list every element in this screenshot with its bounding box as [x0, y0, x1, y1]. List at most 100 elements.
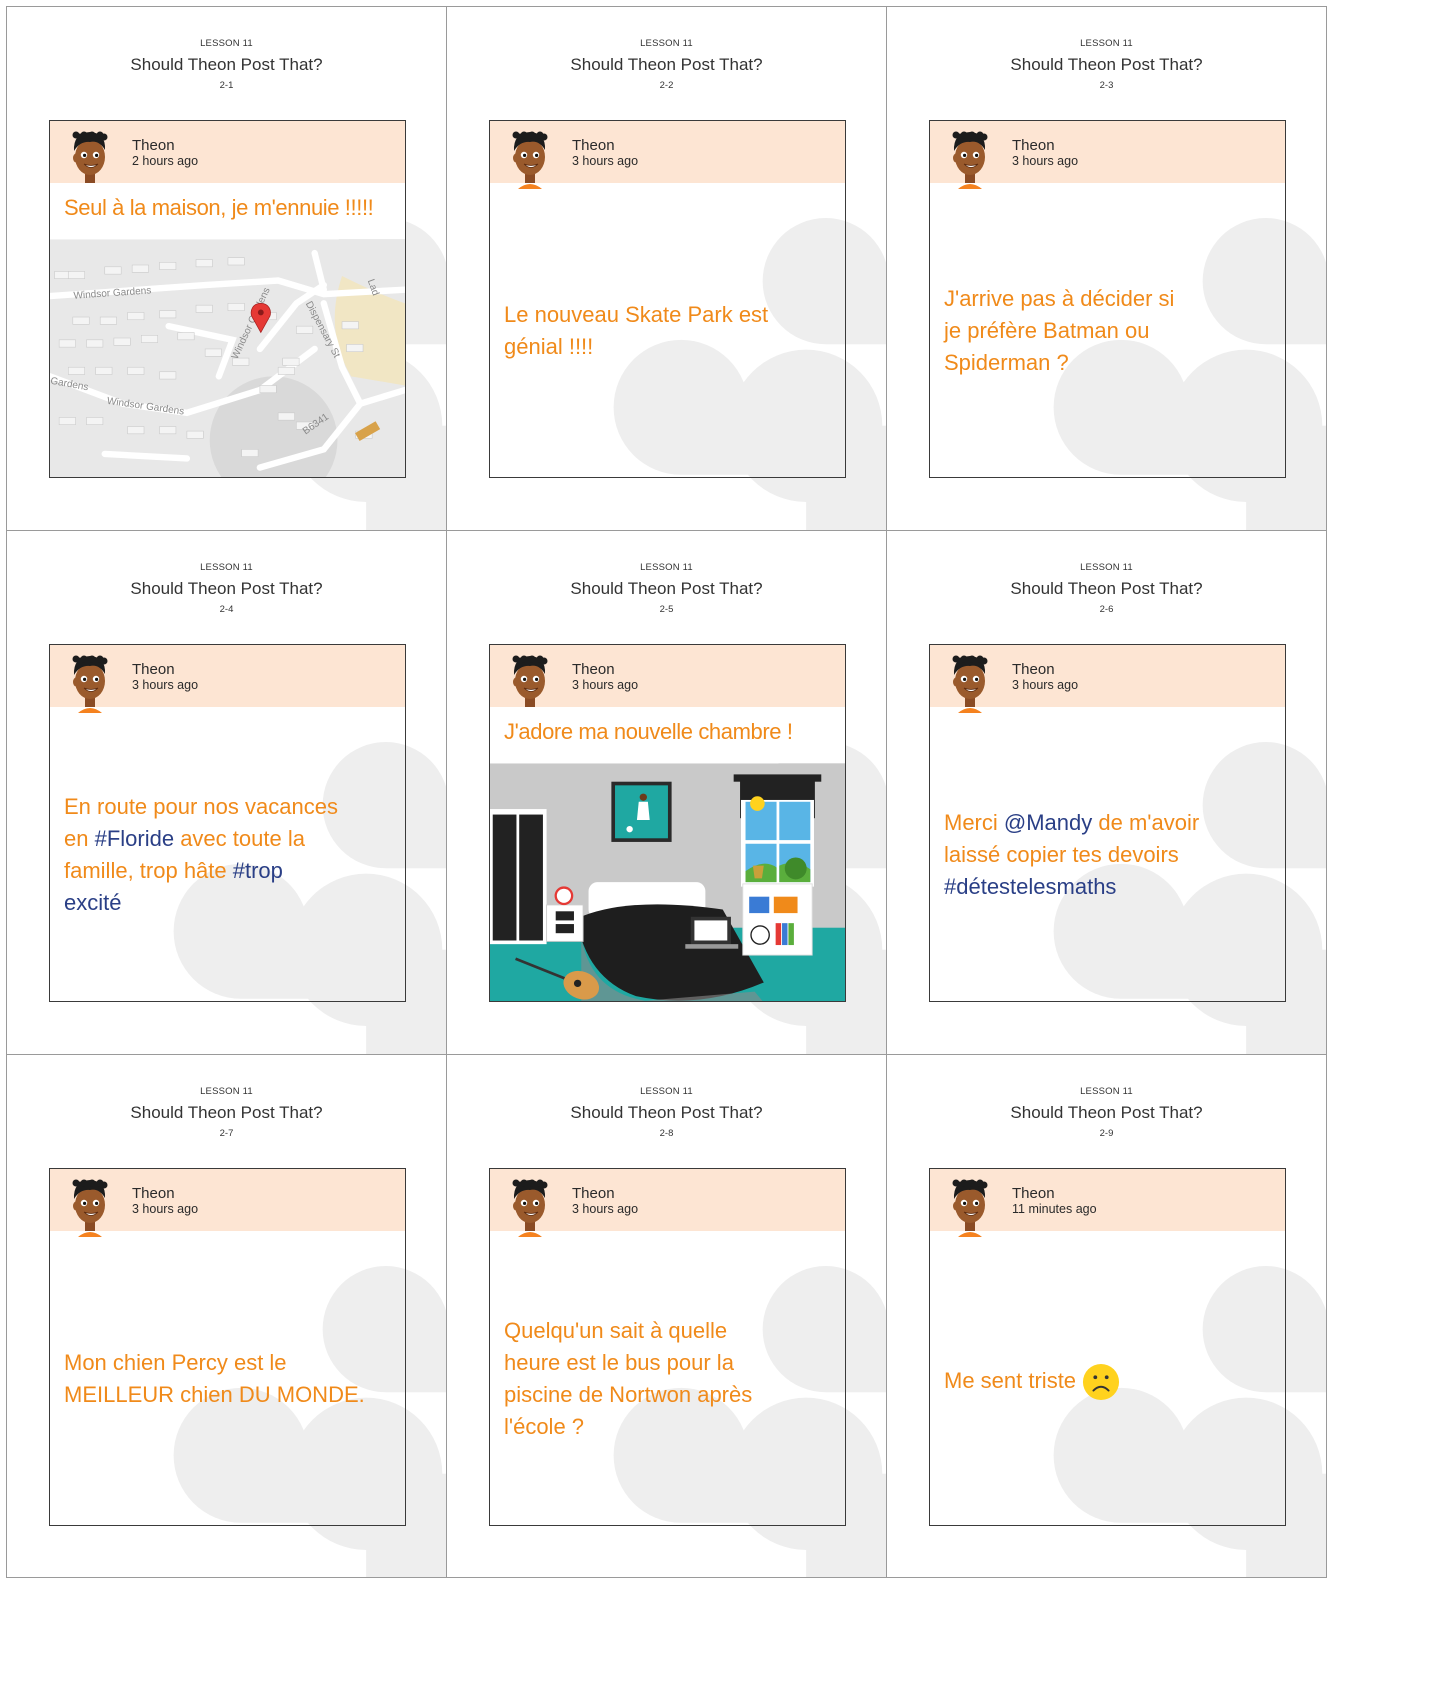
social-post-card: Theon 3 hours ago Mon chien Percy est le ME… [49, 1168, 406, 1526]
map-image: Windsor GardensWindsor GardensWindsor Ga… [50, 239, 405, 477]
post-image: Windsor Gardens Windsor Gardens Windsor Ga… [50, 239, 405, 477]
worksheet-grid: LESSON 11 Should Theon Post That? 2-1 Theon… [6, 6, 1445, 1707]
worksheet-title: Should Theon Post That? [570, 579, 763, 598]
post-text-span: génial !!!! [504, 334, 594, 359]
post-text-line: en #Floride avec toute la [64, 823, 393, 855]
post-text-span: Spiderman ? [944, 350, 1069, 375]
worksheet-cell: LESSON 11 Should Theon Post That? 2-1 Theon… [6, 6, 447, 531]
post-text-span: Mon chien Percy est le [64, 1350, 287, 1375]
post-timestamp: 3 hours ago [1012, 678, 1079, 692]
hashtag[interactable]: #détestelesmaths [944, 874, 1116, 899]
post-timestamp: 11 minutes ago [1012, 1202, 1097, 1216]
post-text-span: heure est le bus pour la [504, 1350, 734, 1375]
card-number: 2-2 [659, 80, 674, 91]
worksheet-title: Should Theon Post That? [130, 1103, 323, 1122]
post-timestamp: 3 hours ago [132, 1202, 199, 1216]
worksheet-title: Should Theon Post That? [130, 55, 323, 74]
post-author: Theon [132, 661, 175, 678]
card-number: 2-7 [219, 1128, 234, 1139]
post-text-span: de m'avoir [1092, 810, 1200, 835]
social-post-card: Theon 3 hours ago Quelqu'un sait à quelle h… [489, 1168, 846, 1526]
post-text-span: Quelqu'un sait à quelle [504, 1318, 728, 1343]
post-text-span: avec toute la [174, 826, 305, 851]
post-header: Theon 11 minutes ago [930, 1169, 1285, 1237]
post-author: Theon [572, 137, 615, 154]
post-timestamp: 2 hours ago [132, 154, 199, 168]
post-image [490, 763, 845, 1001]
worksheet-cell: LESSON 11 Should Theon Post That? 2-4 Theon… [6, 530, 447, 1055]
post-text-line: J'arrive pas à décider si [944, 283, 1273, 315]
post-text-span: piscine de Nortwon après [504, 1382, 753, 1407]
card-number: 2-6 [1099, 604, 1114, 615]
post-author: Theon [132, 1185, 175, 1202]
hashtag[interactable]: @Mandy [1004, 810, 1092, 835]
lesson-label: LESSON 11 [200, 1086, 253, 1097]
post-text-span: famille, trop hâte [64, 858, 233, 883]
worksheet-cell: LESSON 11 Should Theon Post That? 2-2 Theon… [446, 6, 887, 531]
sad-face-icon [1082, 1363, 1120, 1401]
worksheet-title: Should Theon Post That? [570, 1103, 763, 1122]
post-text-span: Merci [944, 810, 1004, 835]
worksheet-cell: LESSON 11 Should Theon Post That? 2-3 Theon… [886, 6, 1327, 531]
post-text: Le nouveau Skate Park est génial !!!! [504, 299, 833, 363]
card-number: 2-5 [659, 604, 674, 615]
lesson-label: LESSON 11 [640, 1086, 693, 1097]
post-author: Theon [572, 1185, 615, 1202]
post-text-line: MEILLEUR chien DU MONDE. [64, 1379, 393, 1411]
post-text: Quelqu'un sait à quelle heure est le bus … [504, 1315, 833, 1443]
post-text: J'adore ma nouvelle chambre ! [504, 719, 793, 744]
post-text-line: Mon chien Percy est le [64, 1347, 393, 1379]
post-text-line: En route pour nos vacances [64, 791, 393, 823]
post-author: Theon [1012, 1185, 1055, 1202]
post-text: Seul à la maison, je m'ennuie !!!!! [64, 195, 374, 220]
post-text-line: famille, trop hâte #trop [64, 855, 393, 887]
hashtag[interactable]: excité [64, 890, 121, 915]
worksheet-title: Should Theon Post That? [1010, 579, 1203, 598]
lesson-label: LESSON 11 [1080, 38, 1133, 49]
hashtag[interactable]: #trop [233, 858, 283, 883]
worksheet-title: Should Theon Post That? [1010, 55, 1203, 74]
worksheet-title: Should Theon Post That? [130, 579, 323, 598]
worksheet-title: Should Theon Post That? [570, 55, 763, 74]
worksheet-title: Should Theon Post That? [1010, 1103, 1203, 1122]
social-post-card: Theon 11 minutes ago Me sent triste [929, 1168, 1286, 1526]
card-number: 2-3 [1099, 80, 1114, 91]
avatar [952, 131, 988, 189]
bedroom-illustration [490, 763, 845, 1001]
hashtag[interactable]: #Floride [95, 826, 174, 851]
post-caption: J'adore ma nouvelle chambre ! [490, 707, 845, 763]
avatar [72, 655, 108, 713]
avatar [512, 131, 548, 189]
post-text-line: Merci @Mandy de m'avoir [944, 807, 1273, 839]
post-caption: Seul à la maison, je m'ennuie !!!!! [50, 183, 405, 239]
post-text-span: en [64, 826, 95, 851]
post-header: Theon 3 hours ago [490, 645, 845, 713]
post-timestamp: 3 hours ago [1012, 154, 1079, 168]
post-header: Theon 3 hours ago [490, 121, 845, 189]
post-header: Theon 3 hours ago [50, 1169, 405, 1237]
post-text: Mon chien Percy est le MEILLEUR chien DU … [64, 1347, 393, 1411]
card-number: 2-9 [1099, 1128, 1114, 1139]
lesson-label: LESSON 11 [200, 562, 253, 573]
post-timestamp: 3 hours ago [572, 154, 639, 168]
post-text-line: Le nouveau Skate Park est [504, 299, 833, 331]
avatar [72, 1179, 108, 1237]
social-post-card: Theon 3 hours ago Le nouveau Skate Park es… [489, 120, 846, 478]
social-post-card: Theon 3 hours ago J'adore ma nouvelle cham… [489, 644, 846, 1002]
post-text: J'arrive pas à décider si je préfère Batm… [944, 283, 1273, 379]
post-text-span: je préfère Batman ou [944, 318, 1150, 343]
lesson-label: LESSON 11 [640, 38, 693, 49]
card-number: 2-8 [659, 1128, 674, 1139]
post-text-span: Me sent triste [944, 1367, 1077, 1393]
post-timestamp: 3 hours ago [132, 678, 199, 692]
lesson-label: LESSON 11 [200, 38, 253, 49]
post-text-line: #détestelesmaths [944, 871, 1273, 903]
card-number: 2-4 [219, 604, 234, 615]
post-text-span: En route pour nos vacances [64, 794, 338, 819]
post-text: Me sent triste [944, 1363, 1273, 1401]
avatar [72, 131, 108, 189]
post-text-line: génial !!!! [504, 331, 833, 363]
post-text-line: Me sent triste [944, 1363, 1273, 1401]
post-text-span: J'arrive pas à décider si [944, 286, 1175, 311]
post-text-line: piscine de Nortwon après [504, 1379, 833, 1411]
